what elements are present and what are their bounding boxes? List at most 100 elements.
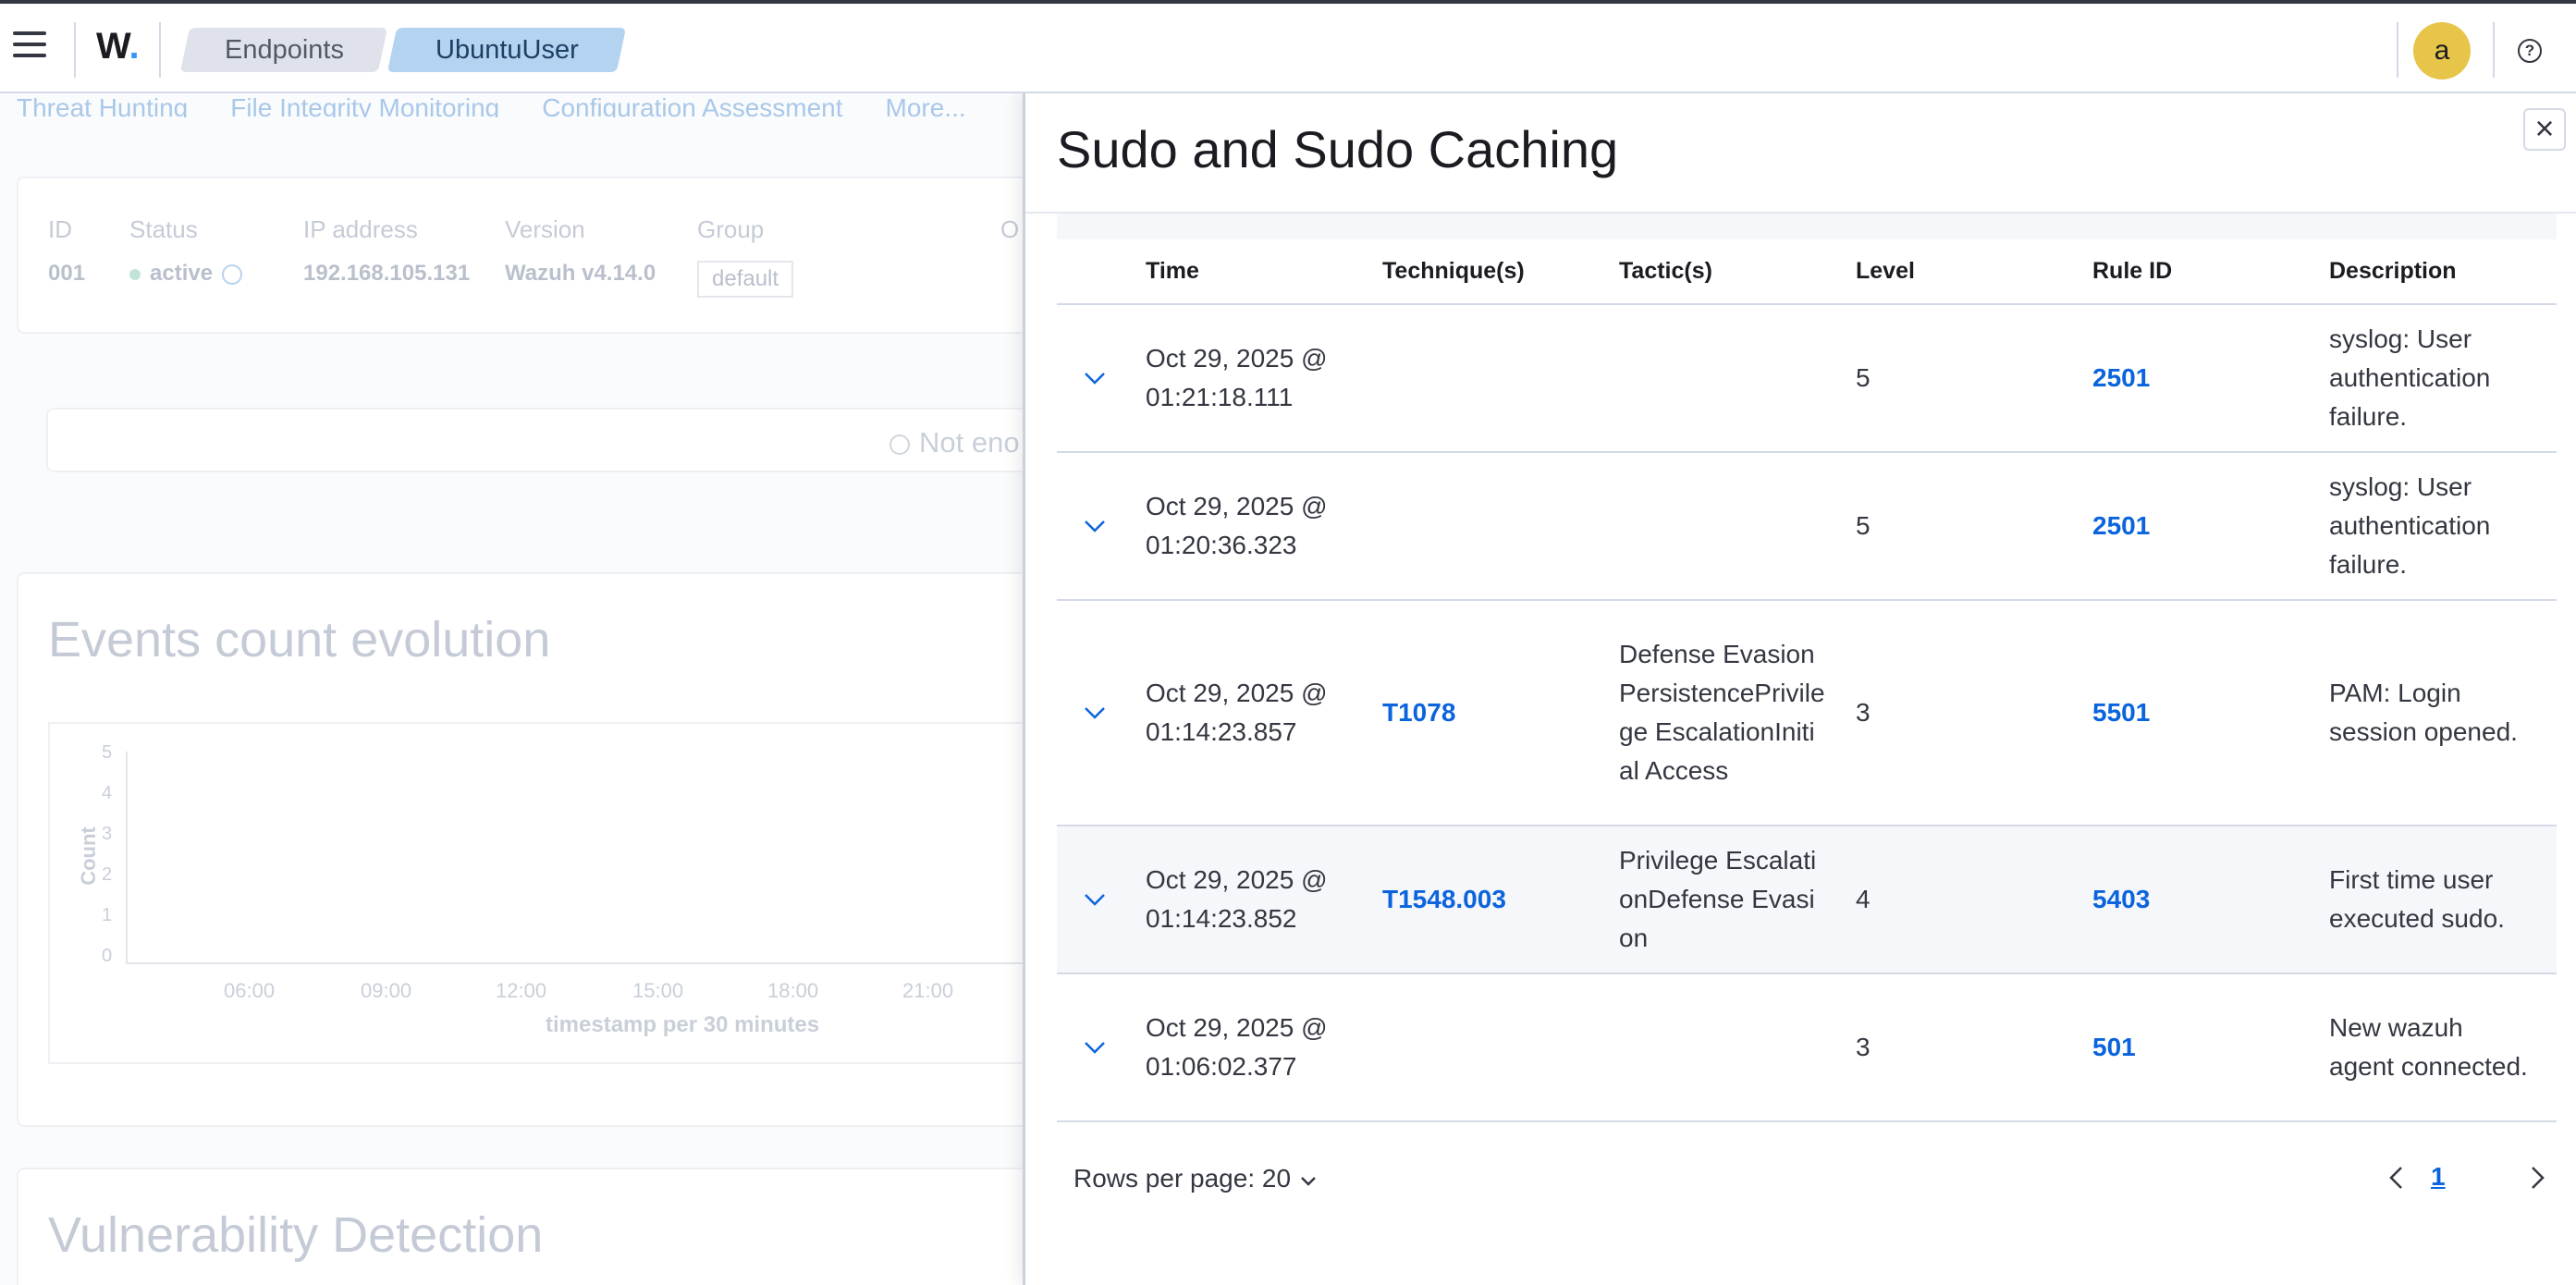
description-cell: PAM: Login session opened. — [2329, 600, 2557, 826]
x-tick: 12:00 — [496, 979, 547, 1002]
chevron-down-icon[interactable] — [1079, 362, 1110, 394]
x-tick: 18:00 — [767, 979, 819, 1002]
column-header-rule-id[interactable]: Rule ID — [2092, 239, 2329, 305]
description-cell: syslog: User authentication failure. — [2329, 452, 2557, 601]
chevron-right-icon[interactable] — [2523, 1162, 2551, 1193]
tab-configuration-assessment[interactable]: Configuration Assessment — [542, 93, 842, 117]
events-chart: Count 5 4 3 2 1 0 06:00 09:00 12:00 15:0… — [48, 722, 1047, 1064]
rule-id-cell: 5501 — [2092, 600, 2329, 826]
tactic-cell — [1619, 973, 1856, 1122]
tab-more[interactable]: More... — [886, 93, 966, 117]
rows-per-page-selector[interactable]: Rows per page: 20 — [1073, 1164, 1319, 1193]
table-row[interactable]: Oct 29, 2025 @ 01:06:02.377 3 501 New wa… — [1057, 973, 2557, 1122]
column-header-techniques[interactable]: Technique(s) — [1382, 239, 1619, 305]
chevron-down-icon[interactable] — [1079, 1032, 1110, 1063]
flyout-title: Sudo and Sudo Caching — [1057, 120, 1619, 178]
table-header-row: Time Technique(s) Tactic(s) Level Rule I… — [1057, 239, 2557, 305]
table-row[interactable]: Oct 29, 2025 @ 01:14:23.857 T1078 Defens… — [1057, 600, 2557, 826]
tactic-cell: Defense EvasionPersistencePrivilege Esca… — [1619, 600, 1856, 826]
technique-flyout: Sudo and Sudo Caching × Time Technique(s… — [1023, 93, 2576, 1285]
description-cell: New wazuh agent connected. — [2329, 973, 2557, 1122]
info-icon — [889, 434, 910, 455]
y-tick: 4 — [102, 783, 113, 803]
vulnerability-detection-title: Vulnerability Detection — [48, 1207, 544, 1263]
chevron-down-icon[interactable] — [1079, 697, 1110, 728]
rule-id-link[interactable]: 5501 — [2092, 698, 2150, 727]
expand-cell[interactable] — [1057, 600, 1146, 826]
table-pagination: Rows per page: 20 1 — [1057, 1156, 2557, 1212]
expand-cell[interactable] — [1057, 304, 1146, 453]
events-table: Time Technique(s) Tactic(s) Level Rule I… — [1057, 239, 2557, 1122]
rule-id-link[interactable]: 2501 — [2092, 511, 2150, 540]
agent-version: Wazuh v4.14.0 — [505, 261, 656, 286]
vulnerability-detection-card: Vulnerability Detection — [17, 1168, 1034, 1285]
logo-text: W — [96, 26, 129, 67]
close-icon[interactable]: × — [2523, 108, 2566, 151]
y-tick: 2 — [102, 864, 113, 885]
technique-cell: T1548.003 — [1382, 826, 1619, 974]
divider — [159, 22, 161, 78]
table-row[interactable]: Oct 29, 2025 @ 01:14:23.852 T1548.003 Pr… — [1057, 826, 2557, 974]
time-cell: Oct 29, 2025 @ 01:14:23.857 — [1146, 600, 1382, 826]
agent-status: active — [129, 261, 243, 287]
level-cell: 3 — [1856, 600, 2092, 826]
tactic-cell: Privilege EscalationDefense Evasion — [1619, 826, 1856, 974]
x-tick: 06:00 — [224, 979, 276, 1002]
help-icon[interactable]: ? — [2518, 39, 2542, 63]
rule-id-cell: 5403 — [2092, 826, 2329, 974]
agent-dashboard-background: Threat Hunting File Integrity Monitoring C… — [0, 93, 1047, 1285]
table-row[interactable]: Oct 29, 2025 @ 01:21:18.111 5 2501 syslo… — [1057, 304, 2557, 453]
expand-cell[interactable] — [1057, 973, 1146, 1122]
user-avatar[interactable]: a — [2413, 22, 2471, 80]
info-icon[interactable] — [222, 263, 243, 285]
column-header-expand — [1057, 239, 1146, 305]
level-cell: 3 — [1856, 973, 2092, 1122]
time-cell: Oct 29, 2025 @ 01:20:36.323 — [1146, 452, 1382, 601]
chart-x-axis — [126, 962, 1032, 964]
column-header-time[interactable]: Time — [1146, 239, 1382, 305]
column-header-tactics[interactable]: Tactic(s) — [1619, 239, 1856, 305]
y-tick: 3 — [102, 824, 113, 844]
rule-id-link[interactable]: 2501 — [2092, 363, 2150, 392]
breadcrumb-ubuntuuser[interactable]: UbuntuUser — [386, 28, 627, 72]
tactic-cell — [1619, 452, 1856, 601]
time-cell: Oct 29, 2025 @ 01:21:18.111 — [1146, 304, 1382, 453]
tab-file-integrity-monitoring[interactable]: File Integrity Monitoring — [230, 93, 499, 117]
group-badge[interactable]: default — [697, 261, 794, 298]
chevron-down-icon[interactable] — [1079, 510, 1110, 542]
chevron-left-icon[interactable] — [2383, 1162, 2410, 1193]
technique-link[interactable]: T1548.003 — [1382, 885, 1506, 913]
expand-cell[interactable] — [1057, 826, 1146, 974]
events-count-card: Events count evolution Count 5 4 3 2 1 0… — [17, 572, 1047, 1127]
status-label: Status — [129, 215, 198, 243]
wazuh-logo[interactable]: W. — [96, 26, 140, 67]
chevron-down-icon[interactable] — [1079, 884, 1110, 915]
expand-cell[interactable] — [1057, 452, 1146, 601]
rule-id-link[interactable]: 501 — [2092, 1033, 2136, 1061]
level-cell: 4 — [1856, 826, 2092, 974]
column-header-description[interactable]: Description — [2329, 239, 2557, 305]
technique-link[interactable]: T1078 — [1382, 698, 1455, 727]
divider — [74, 22, 76, 78]
technique-cell — [1382, 973, 1619, 1122]
tab-threat-hunting[interactable]: Threat Hunting — [17, 93, 188, 117]
rule-id-link[interactable]: 5403 — [2092, 885, 2150, 913]
page-button-current[interactable]: 1 — [2431, 1162, 2446, 1192]
group-label: Group — [697, 215, 765, 243]
column-header-level[interactable]: Level — [1856, 239, 2092, 305]
breadcrumb-endpoints[interactable]: Endpoints — [179, 28, 388, 72]
chart-x-label: timestamp per 30 minutes — [546, 1012, 820, 1037]
hamburger-menu-icon[interactable] — [13, 31, 46, 61]
not-enough-text: Not eno — [889, 426, 1020, 459]
description-cell: syslog: User authentication failure. — [2329, 304, 2557, 453]
callout-label: Not eno — [919, 426, 1020, 459]
level-cell: 5 — [1856, 304, 2092, 453]
chevron-down-icon — [1301, 1176, 1316, 1186]
breadcrumb-label: UbuntuUser — [435, 35, 579, 65]
table-row[interactable]: Oct 29, 2025 @ 01:20:36.323 5 2501 syslo… — [1057, 452, 2557, 601]
ip-label: IP address — [303, 215, 418, 243]
y-tick: 0 — [102, 946, 113, 966]
rows-per-page-label: Rows per page: 20 — [1073, 1164, 1292, 1193]
agent-id: 001 — [48, 261, 86, 286]
rule-id-cell: 501 — [2092, 973, 2329, 1122]
